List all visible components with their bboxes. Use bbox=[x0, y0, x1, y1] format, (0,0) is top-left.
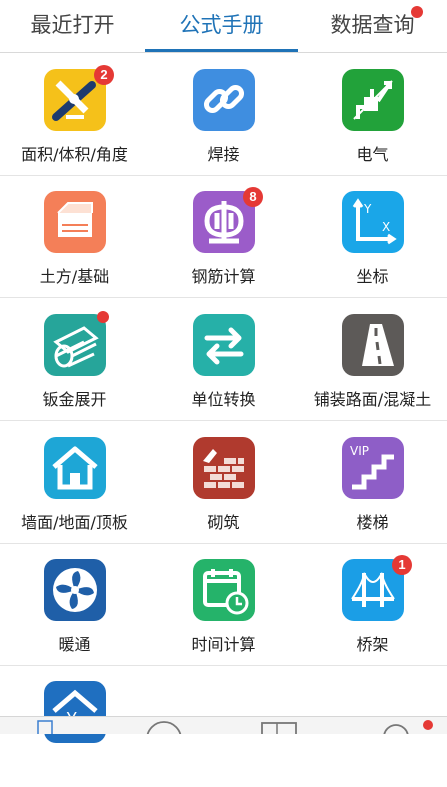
chain-link-icon bbox=[193, 69, 255, 131]
grid-row: 面积/体积/角度 2 焊接 电气 bbox=[0, 53, 447, 176]
grid-item[interactable]: 面积/体积/角度 2 bbox=[0, 53, 149, 175]
sheet-metal-cylinder-icon bbox=[44, 314, 106, 376]
grid-item[interactable]: 砌筑 bbox=[149, 421, 298, 543]
coordinate-axes-icon: Y X bbox=[342, 191, 404, 253]
grid-item-label: 面积/体积/角度 bbox=[21, 145, 128, 164]
exchange-arrows-icon bbox=[193, 314, 255, 376]
calendar-clock-icon bbox=[193, 559, 255, 621]
grid-item-label: 墙面/地面/顶板 bbox=[21, 513, 128, 532]
grid-item[interactable]: 暖通 bbox=[0, 543, 149, 665]
tab-recent[interactable]: 最近打开 bbox=[0, 0, 145, 52]
grid-item-label: 土方/基础 bbox=[39, 267, 110, 286]
grid-item-label: 坐标 bbox=[356, 267, 389, 286]
count-badge: 8 bbox=[243, 187, 263, 207]
grid-item-label: 单位转换 bbox=[191, 390, 256, 409]
grid-row: 钣金展开 单位转换 铺装路面/混凝土 bbox=[0, 298, 447, 421]
grid-item-label: 砌筑 bbox=[207, 513, 240, 532]
nav-profile-dot bbox=[423, 720, 433, 730]
count-badge: 1 bbox=[392, 555, 412, 575]
grid-item-label: 钢筋计算 bbox=[191, 267, 256, 286]
top-tab-bar: 最近打开 公式手册 数据查询 bbox=[0, 0, 447, 53]
grid-item[interactable]: 钣金展开 bbox=[0, 298, 149, 420]
grid-item[interactable]: 桥架 1 bbox=[298, 543, 447, 665]
bottom-nav-icons bbox=[37, 720, 433, 734]
grid-item[interactable]: 墙面/地面/顶板 bbox=[0, 421, 149, 543]
fan-icon bbox=[44, 559, 106, 621]
grid-item[interactable]: 焊接 bbox=[149, 53, 298, 175]
grid-item-label: 钣金展开 bbox=[42, 390, 107, 409]
road-icon bbox=[342, 314, 404, 376]
nav-home-icon bbox=[37, 720, 53, 734]
grid-item[interactable]: 时间计算 bbox=[149, 543, 298, 665]
grid-row: 土方/基础 钢筋计算 8 Y X 坐标 bbox=[0, 175, 447, 298]
brick-wall-icon bbox=[193, 437, 255, 499]
svg-text:VIP: VIP bbox=[350, 444, 369, 458]
tab-data-query-dot bbox=[411, 6, 423, 18]
grid-item-label: 铺装路面/混凝土 bbox=[313, 390, 432, 409]
grid-row: 暖通 时间计算 桥架 1 bbox=[0, 543, 447, 666]
grid-item[interactable]: 钢筋计算 8 bbox=[149, 175, 298, 297]
active-tab-indicator bbox=[145, 49, 298, 52]
bottom-nav-bar bbox=[0, 716, 447, 734]
grid-item[interactable]: 铺装路面/混凝土 bbox=[298, 298, 447, 420]
foundation-icon bbox=[44, 191, 106, 253]
grid-item[interactable]: 土方/基础 bbox=[0, 175, 149, 297]
grid-item[interactable]: 电气 bbox=[298, 53, 447, 175]
house-icon bbox=[44, 437, 106, 499]
grid-item-label: 楼梯 bbox=[356, 513, 389, 532]
tab-formula-handbook[interactable]: 公式手册 bbox=[145, 0, 298, 52]
grid-item[interactable]: 单位转换 bbox=[149, 298, 298, 420]
tab-data-query[interactable]: 数据查询 bbox=[298, 0, 447, 52]
svg-text:Y: Y bbox=[363, 202, 372, 216]
grid-item-label: 焊接 bbox=[207, 145, 240, 164]
nav-discover-icon bbox=[146, 721, 182, 734]
grid-item-label: 电气 bbox=[356, 145, 389, 164]
nav-calculator-icon bbox=[261, 722, 297, 734]
new-dot-badge bbox=[97, 311, 109, 323]
grid-row: 墙面/地面/顶板 砌筑 VIP 楼梯 bbox=[0, 421, 447, 544]
grid-item-label: 时间计算 bbox=[191, 635, 256, 654]
grid-item[interactable]: Y X 坐标 bbox=[298, 175, 447, 297]
grid-item-label: 暖通 bbox=[58, 635, 91, 654]
stairs-icon: VIP bbox=[342, 437, 404, 499]
grid-item-label: 桥架 bbox=[356, 635, 389, 654]
count-badge: 2 bbox=[94, 65, 114, 85]
electric-plug-icon bbox=[342, 69, 404, 131]
grid-item[interactable]: VIP 楼梯 bbox=[298, 421, 447, 543]
svg-text:X: X bbox=[382, 220, 390, 234]
